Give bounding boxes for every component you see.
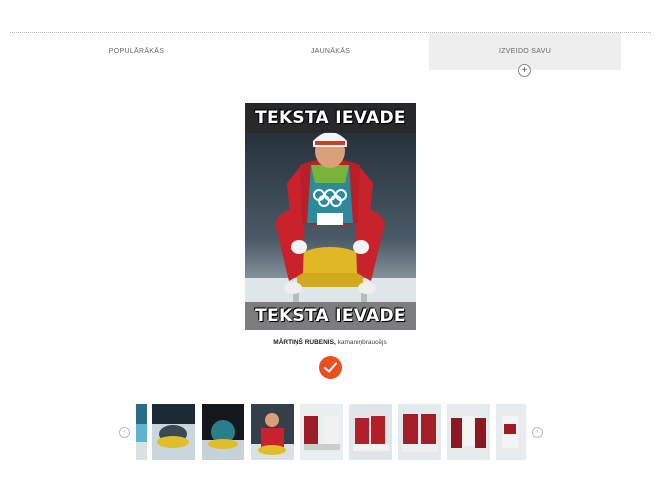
thumbnail[interactable]	[496, 404, 526, 460]
chevron-right-icon[interactable]: ›	[532, 427, 543, 438]
person-caption: MĀRTIŅŠ RUBENIS, kamaniņbraucējs	[180, 339, 480, 346]
add-icon[interactable]: +	[518, 64, 531, 77]
tab-jaunakas[interactable]: JAUNĀKĀS	[234, 33, 427, 70]
thumbnail[interactable]	[202, 404, 244, 460]
person-name: MĀRTIŅŠ RUBENIS,	[273, 339, 336, 346]
tab-popularakas[interactable]: POPULĀRĀKĀS	[40, 33, 233, 70]
thumbnail[interactable]	[251, 404, 294, 460]
person-role: kamaniņbraucējs	[337, 339, 387, 346]
meme-image	[245, 103, 416, 330]
thumbnail[interactable]	[136, 404, 147, 460]
meme-bottom-text[interactable]: TEKSTA IEVADE	[245, 302, 416, 330]
chevron-left-icon[interactable]: ‹	[119, 427, 130, 438]
checkmark-icon	[324, 362, 337, 373]
thumbnail[interactable]	[398, 404, 441, 460]
meme-top-text[interactable]: TEKSTA IEVADE	[245, 104, 416, 133]
thumbnail[interactable]	[152, 404, 195, 460]
thumbnail[interactable]	[349, 404, 392, 460]
thumbnail[interactable]	[300, 404, 343, 460]
thumbnail[interactable]	[447, 404, 490, 460]
confirm-button[interactable]	[319, 356, 342, 379]
